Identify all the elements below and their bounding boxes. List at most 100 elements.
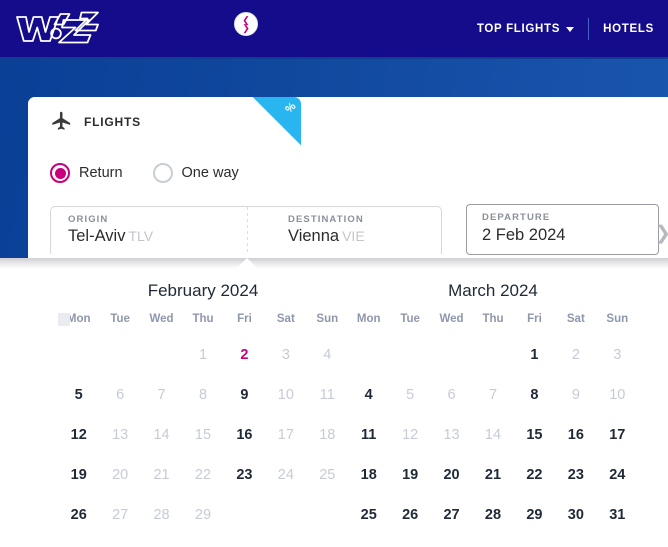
calendar-day-1: 1 bbox=[198, 347, 208, 363]
calendar-month-february: February 2024 Mon Tue Wed Thu Fri Sat Sun 1234… bbox=[58, 269, 348, 535]
calendar-day-23[interactable]: 23 bbox=[224, 455, 265, 495]
weekday-sat: Sat bbox=[566, 313, 585, 325]
calendar-day-blank bbox=[99, 335, 140, 375]
bed-icon bbox=[188, 110, 211, 133]
weekday-sun: Sun bbox=[316, 313, 339, 325]
calendar-day-6: 6 bbox=[447, 387, 456, 403]
calendar-day-12: 12 bbox=[402, 427, 419, 443]
calendar-day-9[interactable]: 9 bbox=[224, 375, 265, 415]
radio-return[interactable]: Return bbox=[50, 163, 123, 183]
calendar-day-16[interactable]: 16 bbox=[224, 415, 265, 455]
calendar-day-19[interactable]: 19 bbox=[58, 455, 99, 495]
tab-cars[interactable]: CARS bbox=[309, 97, 439, 146]
calendar-day-21: 21 bbox=[153, 467, 170, 483]
calendar-day-1[interactable]: 1 bbox=[514, 335, 555, 375]
calendar-day-7: 7 bbox=[488, 387, 498, 403]
calendar-day-27[interactable]: 27 bbox=[431, 495, 472, 535]
calendar-day-15: 15 bbox=[194, 427, 212, 443]
calendar-day-8: 8 bbox=[198, 387, 208, 403]
calendar-day-13: 13 bbox=[112, 427, 129, 443]
calendar-day-2[interactable]: 2 bbox=[224, 335, 265, 375]
weekday-tue: Tue bbox=[400, 313, 420, 325]
destination-city: Vienna bbox=[288, 227, 340, 245]
top-nav-links: TOP FLIGHTS HOTELS bbox=[463, 0, 668, 57]
weekday-thu: Thu bbox=[482, 313, 504, 325]
weekday-header-row: Mon Tue Wed Thu Fri Sat Sun bbox=[58, 313, 348, 335]
weekday-thu: Thu bbox=[192, 313, 214, 325]
calendar-day-10: 10 bbox=[277, 387, 294, 403]
calendar-day-24[interactable]: 24 bbox=[597, 455, 638, 495]
departure-field[interactable]: DEPARTURE 2 Feb 2024 bbox=[466, 204, 659, 255]
calendar-day-10: 10 bbox=[609, 387, 626, 403]
calendar-day-25: 25 bbox=[319, 467, 336, 483]
wizz-logo[interactable] bbox=[11, 9, 101, 49]
calendar-day-19[interactable]: 19 bbox=[389, 455, 430, 495]
calendar-day-blank bbox=[472, 335, 513, 375]
destination-field[interactable]: DESTINATION Vienna VIE bbox=[221, 207, 441, 254]
weekday-fri: Fri bbox=[237, 313, 252, 325]
tab-cars-label: CARS bbox=[367, 114, 405, 129]
calendar-day-31[interactable]: 31 bbox=[597, 495, 638, 535]
destination-value: Vienna VIE bbox=[288, 227, 441, 246]
radio-one-way-indicator bbox=[152, 163, 173, 183]
calendar-day-4[interactable]: 4 bbox=[348, 375, 389, 415]
weekday-header-row: Mon Tue Wed Thu Fri Sat Sun bbox=[348, 313, 638, 335]
calendar-day-3: 3 bbox=[613, 347, 622, 363]
calendar-day-blank bbox=[348, 335, 389, 375]
calendar-day-16[interactable]: 16 bbox=[555, 415, 596, 455]
nav-item-top-flights-label: TOP FLIGHTS bbox=[476, 22, 561, 35]
search-tabs: FLIGHTS HOTELS % CARS bbox=[28, 97, 439, 146]
calendar-month-march: March 2024 Mon Tue Wed Thu Fri Sat Sun 1234567… bbox=[348, 269, 638, 535]
calendar-day-17: 17 bbox=[277, 427, 294, 443]
weekday-mon: Mon bbox=[356, 313, 381, 325]
calendar-day-26[interactable]: 26 bbox=[389, 495, 430, 535]
calendar-day-blank bbox=[141, 335, 182, 375]
radio-one-way[interactable]: One way bbox=[152, 163, 239, 183]
calendar-day-25[interactable]: 25 bbox=[348, 495, 389, 535]
calendar-day-22: 22 bbox=[194, 467, 212, 483]
calendar-day-29[interactable]: 29 bbox=[514, 495, 555, 535]
calendar-day-13: 13 bbox=[443, 427, 460, 443]
calendar-day-2: 2 bbox=[571, 347, 580, 363]
calendar-day-29: 29 bbox=[194, 507, 212, 523]
calendar-dropdown: ‹ › February 2024 MonTueWedThuFriSatSun … bbox=[0, 269, 668, 547]
calendar-day-11[interactable]: 11 bbox=[348, 415, 389, 455]
origin-field[interactable]: ORIGIN Tel-Aviv TLV bbox=[51, 207, 221, 254]
destination-code: VIE bbox=[342, 228, 365, 244]
calendar-days-grid: 1 2 3 4 5 6 7 8 9 10 11 12 13 14 15 16 17 18 19 20 21 22 23 24 2… bbox=[58, 335, 348, 535]
calendar-day-28[interactable]: 28 bbox=[472, 495, 513, 535]
calendar-dropdown-shadow bbox=[0, 258, 668, 269]
nav-item-hotels[interactable]: HOTELS bbox=[589, 0, 668, 57]
weekday-fri: Fri bbox=[527, 313, 542, 325]
nav-item-top-flights[interactable]: TOP FLIGHTS bbox=[463, 0, 588, 57]
radio-return-label: Return bbox=[79, 165, 123, 181]
calendar-day-22[interactable]: 22 bbox=[514, 455, 555, 495]
calendar-day-blank bbox=[389, 335, 430, 375]
nav-item-hotels-label: HOTELS bbox=[603, 22, 654, 35]
calendar-day-17[interactable]: 17 bbox=[597, 415, 638, 455]
calendar-day-8[interactable]: 8 bbox=[514, 375, 555, 415]
calendar-day-27: 27 bbox=[112, 507, 129, 523]
calendar-day-23[interactable]: 23 bbox=[555, 455, 596, 495]
tab-flights[interactable]: FLIGHTS bbox=[28, 97, 158, 146]
calendar-day-15[interactable]: 15 bbox=[514, 415, 555, 455]
calendar-day-24: 24 bbox=[277, 467, 294, 483]
calendar-day-18[interactable]: 18 bbox=[348, 455, 389, 495]
calendar-day-20[interactable]: 20 bbox=[431, 455, 472, 495]
calendar-day-7: 7 bbox=[157, 387, 166, 403]
calendar-day-9: 9 bbox=[571, 387, 580, 403]
weekday-wed: Wed bbox=[439, 313, 464, 325]
tab-hotels[interactable]: HOTELS % bbox=[166, 97, 301, 146]
calendar-day-5: 5 bbox=[406, 387, 415, 403]
calendar-day-30[interactable]: 30 bbox=[555, 495, 596, 535]
calendar-day-5[interactable]: 5 bbox=[58, 375, 99, 415]
calendar-day-21[interactable]: 21 bbox=[472, 455, 513, 495]
calendar-day-12[interactable]: 12 bbox=[58, 415, 99, 455]
origin-code: TLV bbox=[128, 228, 154, 244]
swap-arrows-icon[interactable]: ❮ ❯ bbox=[234, 12, 258, 36]
departure-label: DEPARTURE bbox=[482, 212, 551, 223]
calendar-day-26[interactable]: 26 bbox=[58, 495, 99, 535]
origin-label: ORIGIN bbox=[68, 214, 109, 225]
calendar-day-4: 4 bbox=[323, 347, 332, 363]
calendar-day-blank bbox=[58, 335, 99, 375]
